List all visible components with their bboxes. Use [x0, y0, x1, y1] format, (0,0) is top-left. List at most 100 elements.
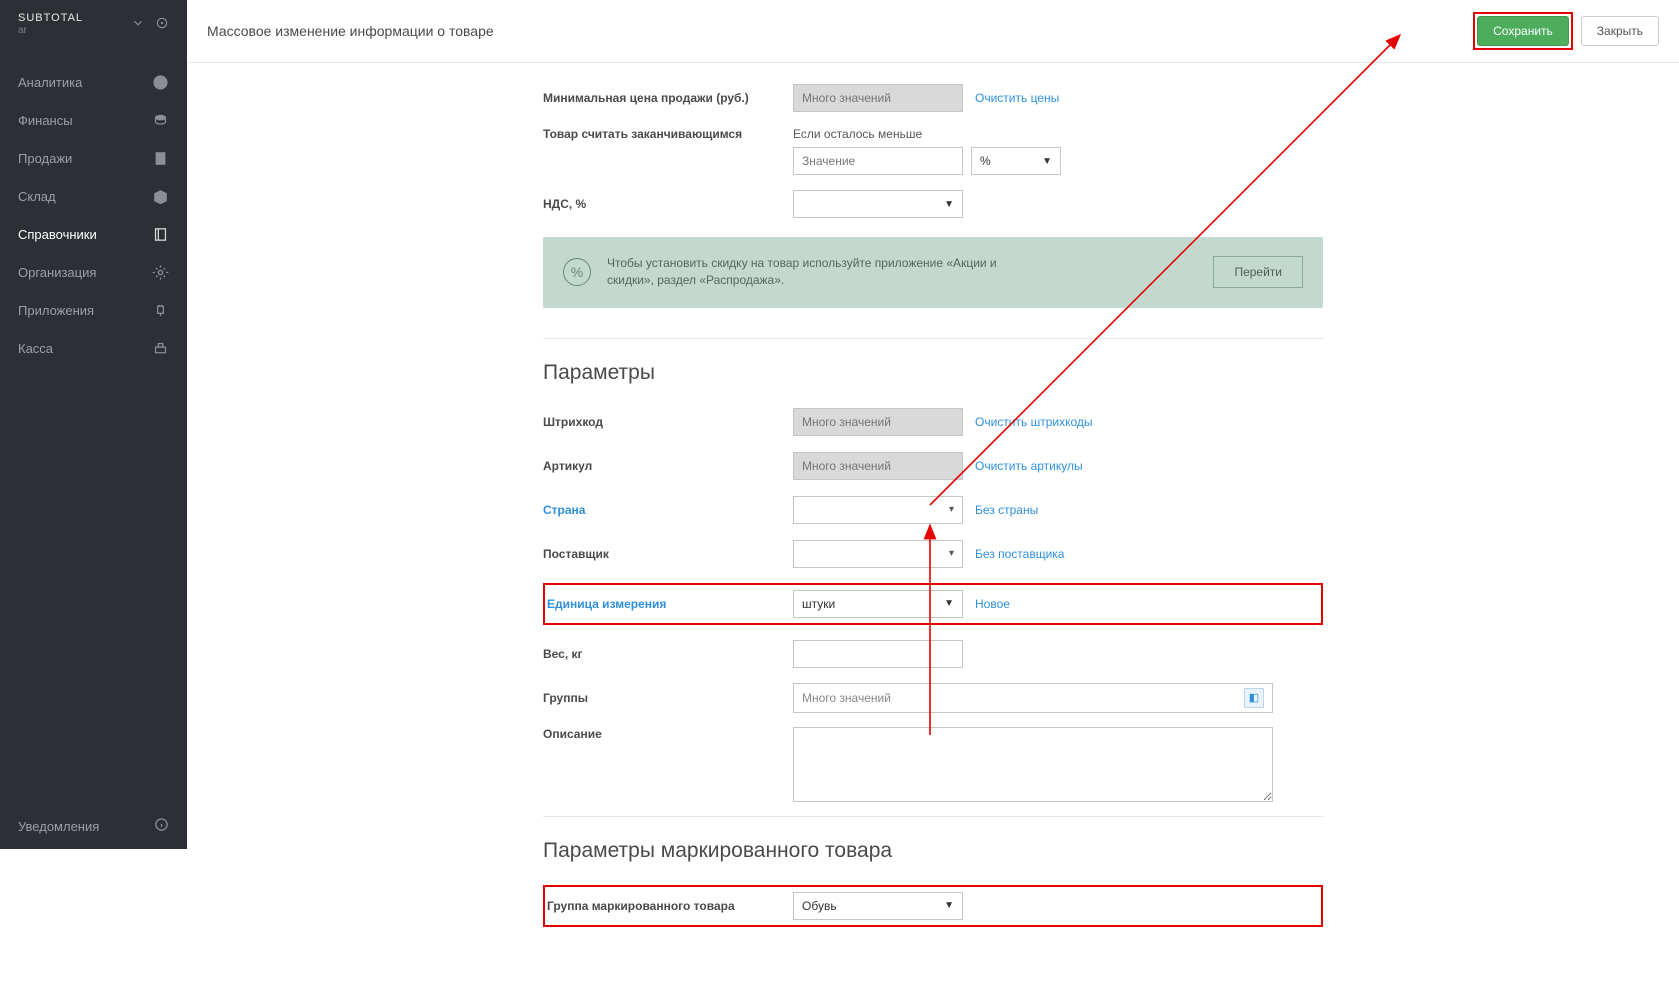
weight-input[interactable] — [793, 640, 963, 668]
row-marked-group: Группа маркированного товара Обувь ▼ — [547, 891, 1319, 921]
min-price-label: Минимальная цена продажи (руб.) — [543, 91, 793, 105]
notifications-label: Уведомления — [18, 819, 99, 834]
country-select[interactable]: ▾ — [793, 496, 963, 524]
clear-prices-link[interactable]: Очистить цены — [975, 91, 1059, 105]
highlight-save: Сохранить — [1473, 12, 1573, 50]
book-icon — [151, 225, 169, 243]
caret-down-icon: ▼ — [944, 900, 954, 911]
supplier-select[interactable]: ▾ — [793, 540, 963, 568]
ending-unit-value: % — [980, 154, 991, 168]
brand-sub: ar — [18, 25, 83, 36]
row-description: Описание — [543, 727, 1323, 802]
sidebar: SUBTOTAL ar Аналитика Финансы Продажи Ск… — [0, 0, 187, 849]
unit-label[interactable]: Единица измерения — [547, 597, 793, 611]
target-icon[interactable] — [155, 16, 169, 33]
vat-select[interactable]: ▼ — [793, 190, 963, 218]
row-vat: НДС, % ▼ — [543, 189, 1323, 219]
description-textarea[interactable] — [793, 727, 1273, 802]
highlight-marked-row: Группа маркированного товара Обувь ▼ — [543, 885, 1323, 927]
divider — [543, 816, 1323, 817]
goto-button[interactable]: Перейти — [1213, 256, 1303, 288]
divider — [543, 338, 1323, 339]
box-icon — [151, 187, 169, 205]
groups-placeholder: Много значений — [802, 691, 891, 705]
ending-value-input[interactable] — [793, 147, 963, 175]
coins-icon — [151, 111, 169, 129]
sidebar-item-sales[interactable]: Продажи — [0, 139, 187, 177]
barcode-input[interactable] — [793, 408, 963, 436]
save-button[interactable]: Сохранить — [1477, 16, 1569, 46]
caret-down-icon: ▼ — [944, 199, 954, 210]
topbar: Массовое изменение информации о товаре С… — [187, 0, 1679, 63]
marked-group-select[interactable]: Обувь ▼ — [793, 892, 963, 920]
sidebar-item-apps[interactable]: Приложения — [0, 291, 187, 329]
unit-value: штуки — [802, 597, 835, 611]
row-groups: Группы Много значений ◧ — [543, 683, 1323, 713]
clear-barcodes-link[interactable]: Очистить штрихкоды — [975, 415, 1093, 429]
row-country: Страна ▾ Без страны — [543, 495, 1323, 525]
cash-register-icon — [151, 339, 169, 357]
sidebar-item-label: Финансы — [18, 113, 73, 128]
caret-down-icon: ▾ — [949, 504, 954, 515]
sidebar-item-label: Приложения — [18, 303, 94, 318]
sidebar-footer[interactable]: Уведомления — [0, 803, 187, 849]
groups-label: Группы — [543, 691, 793, 705]
row-sku: Артикул Очистить артикулы — [543, 451, 1323, 481]
chevron-down-icon[interactable] — [131, 16, 145, 33]
no-supplier-link[interactable]: Без поставщика — [975, 547, 1064, 561]
plug-icon — [151, 301, 169, 319]
ending-hint: Если осталось меньше — [793, 127, 1061, 141]
sidebar-item-catalogs[interactable]: Справочники — [0, 215, 187, 253]
gear-icon — [151, 263, 169, 281]
highlight-unit-row: Единица измерения штуки ▼ Новое — [543, 583, 1323, 625]
sidebar-item-warehouse[interactable]: Склад — [0, 177, 187, 215]
caret-down-icon: ▾ — [949, 548, 954, 559]
vat-label: НДС, % — [543, 197, 793, 211]
gauge-icon — [151, 73, 169, 91]
brand-name: SUBTOTAL — [18, 12, 83, 25]
row-min-price: Минимальная цена продажи (руб.) Очистить… — [543, 83, 1323, 113]
weight-label: Вес, кг — [543, 647, 793, 661]
sku-input[interactable] — [793, 452, 963, 480]
tag-picker-icon[interactable]: ◧ — [1244, 688, 1264, 708]
row-ending: Товар считать заканчивающимся Если остал… — [543, 127, 1323, 175]
row-weight: Вес, кг — [543, 639, 1323, 669]
ending-unit-select[interactable]: % ▼ — [971, 147, 1061, 175]
sidebar-item-finance[interactable]: Финансы — [0, 101, 187, 139]
supplier-label: Поставщик — [543, 547, 793, 561]
barcode-label: Штрихкод — [543, 415, 793, 429]
caret-down-icon: ▼ — [1042, 156, 1052, 167]
sidebar-item-label: Справочники — [18, 227, 97, 242]
min-price-input[interactable] — [793, 84, 963, 112]
marked-group-label: Группа маркированного товара — [547, 899, 793, 913]
unit-new-link[interactable]: Новое — [975, 597, 1010, 611]
main: Массовое изменение информации о товаре С… — [187, 0, 1679, 981]
info-icon — [154, 817, 169, 835]
close-button[interactable]: Закрыть — [1581, 16, 1659, 46]
caret-down-icon: ▼ — [944, 598, 954, 609]
sidebar-item-label: Продажи — [18, 151, 72, 166]
clear-skus-link[interactable]: Очистить артикулы — [975, 459, 1083, 473]
country-label[interactable]: Страна — [543, 503, 793, 517]
sidebar-item-label: Склад — [18, 189, 56, 204]
row-supplier: Поставщик ▾ Без поставщика — [543, 539, 1323, 569]
sidebar-item-label: Организация — [18, 265, 96, 280]
content: Минимальная цена продажи (руб.) Очистить… — [523, 63, 1343, 981]
sidebar-item-analytics[interactable]: Аналитика — [0, 63, 187, 101]
sidebar-item-label: Касса — [18, 341, 53, 356]
sidebar-item-organization[interactable]: Организация — [0, 253, 187, 291]
percent-icon: % — [563, 258, 591, 286]
sidebar-item-pos[interactable]: Касса — [0, 329, 187, 367]
groups-input[interactable]: Много значений ◧ — [793, 683, 1273, 713]
sku-label: Артикул — [543, 459, 793, 473]
nav: Аналитика Финансы Продажи Склад Справочн… — [0, 48, 187, 382]
marked-group-value: Обувь — [802, 899, 837, 913]
no-country-link[interactable]: Без страны — [975, 503, 1038, 517]
description-label: Описание — [543, 727, 793, 741]
ending-label: Товар считать заканчивающимся — [543, 127, 793, 141]
section-marked-heading: Параметры маркированного товара — [543, 839, 1323, 863]
sidebar-item-label: Аналитика — [18, 75, 82, 90]
unit-select[interactable]: штуки ▼ — [793, 590, 963, 618]
row-unit: Единица измерения штуки ▼ Новое — [547, 589, 1319, 619]
section-params-heading: Параметры — [543, 361, 1323, 385]
